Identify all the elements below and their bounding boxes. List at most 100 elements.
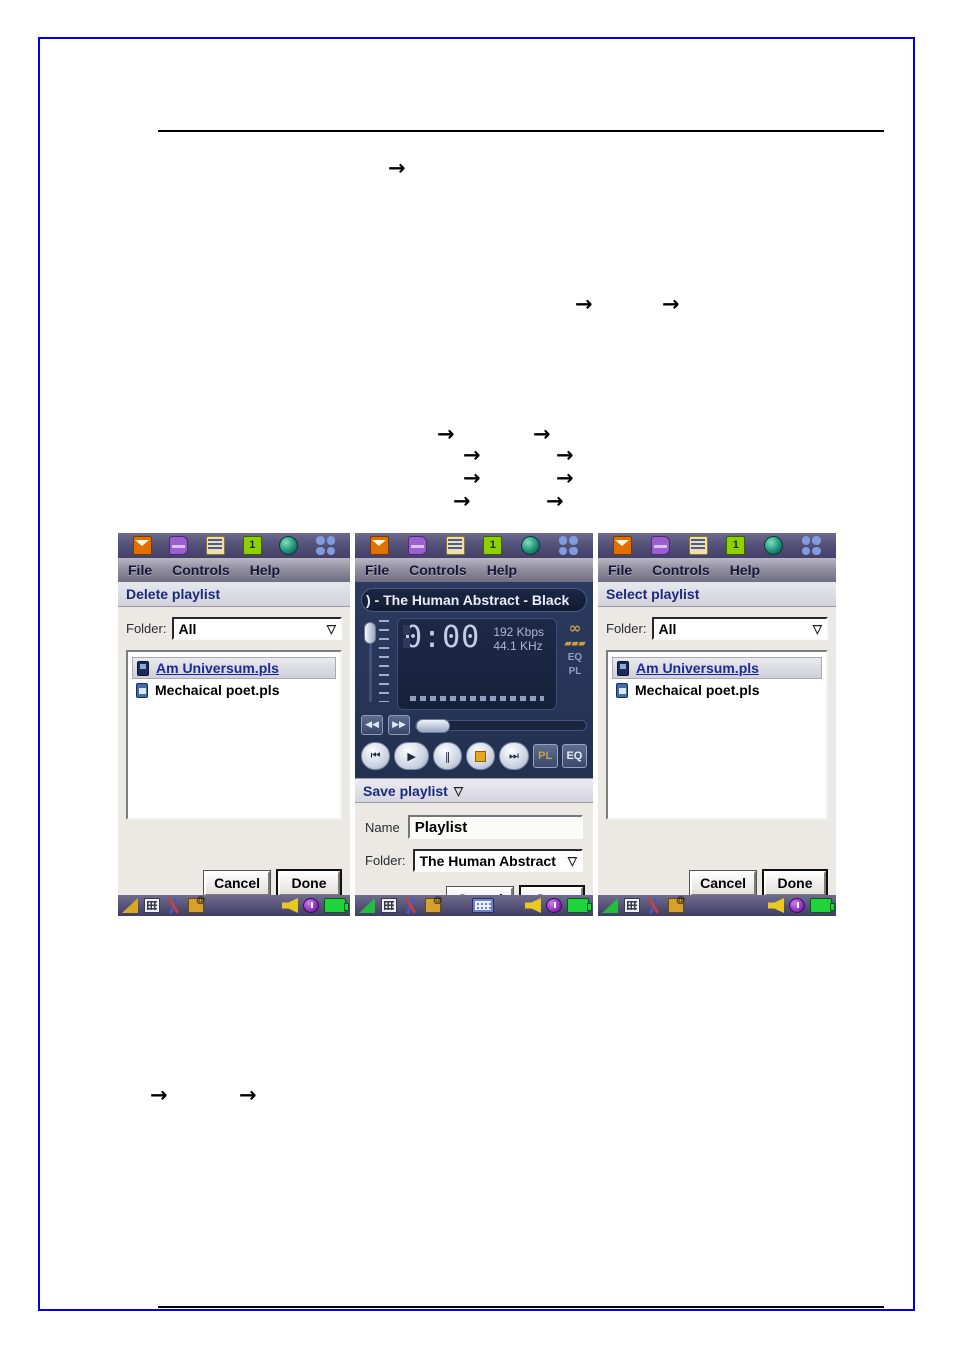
arrow-glyph: → [437,422,455,446]
stop-button[interactable] [466,742,496,770]
contacts-book-icon[interactable] [650,536,670,555]
playlist-listbox[interactable]: Am Universum.pls Mechaical poet.pls [606,650,828,820]
done-button[interactable]: Done [762,868,828,898]
footer-rule [158,1306,884,1308]
applications-grid-icon[interactable] [801,536,821,555]
applications-grid-icon[interactable] [558,536,578,555]
save-playlist-form: Name Playlist Folder: The Human Abstract… [355,803,593,916]
calendar-icon[interactable]: 1 [726,536,746,555]
volume-slider[interactable] [361,618,391,710]
clock-icon [789,898,805,913]
list-item[interactable]: Am Universum.pls [132,657,336,679]
device-icon-toolbar[interactable]: 1 [598,533,836,558]
next-track-button[interactable]: ⏭ [499,742,529,770]
mail-icon[interactable] [132,536,152,555]
folder-select[interactable]: All ▽ [652,617,828,640]
calendar-icon[interactable]: 1 [242,536,262,555]
dialog-body: Folder: All ▽ Am Universum.pls Mechaical… [598,607,836,900]
web-globe-icon[interactable] [520,536,540,555]
play-button[interactable]: ▶ [394,742,430,770]
repeat-link-icon: ∞ [568,619,582,637]
seek-slider[interactable] [415,718,587,733]
menu-item-help[interactable]: Help [250,562,280,578]
menu-item-file[interactable]: File [608,562,632,578]
phone-file-icon [617,660,629,676]
previous-track-button[interactable]: ⏮ [361,742,391,770]
arrow-glyph: → [463,466,481,490]
folder-label: Folder: [126,621,167,636]
battery-icon [810,898,835,913]
menu-item-file[interactable]: File [128,562,152,578]
calendar-icon[interactable]: 1 [483,536,503,555]
contacts-book-icon[interactable] [169,536,189,555]
mail-icon[interactable] [613,536,633,555]
device-icon-toolbar[interactable]: 1 [118,533,350,558]
equalizer-button[interactable]: EQ [561,744,588,768]
player-indicators: ∞ ▰▰▰ EQ PL [563,618,587,710]
save-playlist-title: Save playlist ▽ [355,778,593,803]
playlist-button[interactable]: PL [532,744,558,768]
arrow-glyph: → [150,1083,168,1107]
mail-at-icon [668,895,685,913]
notes-icon[interactable] [206,536,226,555]
contacts-book-icon[interactable] [407,536,427,555]
name-label: Name [365,819,400,835]
done-button[interactable]: Done [276,868,342,898]
pause-button[interactable]: ‖ [433,742,463,770]
volume-rail [369,644,372,702]
screenshot-strip: 1 File Controls Help Delete playlist Fol… [118,533,836,916]
device-screenshot-select-playlist: 1 File Controls Help Select playlist Fol… [598,533,836,916]
list-item-label: Mechaical poet.pls [635,682,760,698]
folder-select[interactable]: All ▽ [172,617,342,640]
speaker-icon [768,898,784,913]
rewind-button[interactable]: ◀◀ [361,715,383,735]
chevron-down-icon: ▽ [567,853,577,868]
arrow-glyph: → [556,466,574,490]
web-globe-icon[interactable] [279,536,299,555]
menu-item-help[interactable]: Help [730,562,760,578]
name-input[interactable]: Playlist [407,815,583,839]
battery-icon [567,898,592,913]
menu-item-controls[interactable]: Controls [409,562,467,578]
menu-item-controls[interactable]: Controls [172,562,230,578]
applications-grid-icon[interactable] [316,536,336,555]
speaker-icon [282,898,298,913]
samplerate-value: 44.1 KHz [493,639,543,653]
header-rule [158,130,884,132]
playlist-listbox[interactable]: Am Universum.pls Mechaical poet.pls [126,650,342,820]
volume-knob[interactable] [364,622,376,644]
cancel-button[interactable]: Cancel [689,869,757,897]
card-file-icon [136,682,148,698]
menu-item-file[interactable]: File [365,562,389,578]
track-title: ) - The Human Abstract - Black [361,588,587,612]
menu-bar[interactable]: File Controls Help [118,558,350,582]
folder-label: Folder: [606,621,647,636]
list-item[interactable]: Mechaical poet.pls [612,679,822,701]
menu-item-help[interactable]: Help [487,562,517,578]
menu-item-controls[interactable]: Controls [652,562,710,578]
equalizer-indicator-icon: ▰▰▰ [564,638,586,648]
list-item[interactable]: Am Universum.pls [612,657,822,679]
list-item[interactable]: Mechaical poet.pls [132,679,336,701]
status-bar [355,895,593,916]
cancel-button[interactable]: Cancel [203,869,271,897]
folder-select[interactable]: The Human Abstract ▽ [413,849,583,872]
clock-icon [303,898,319,913]
arrow-glyph: → [662,292,680,316]
signal-strength-icon [359,898,375,913]
web-globe-icon[interactable] [763,536,783,555]
lcd-progress-dots [410,696,544,701]
seek-thumb[interactable] [416,718,450,733]
notes-icon[interactable] [445,536,465,555]
notes-icon[interactable] [688,536,708,555]
save-playlist-label: Save playlist [363,782,448,799]
device-icon-toolbar[interactable]: 1 [355,533,593,558]
menu-bar[interactable]: File Controls Help [355,558,593,582]
arrow-glyph: → [453,489,471,513]
status-bar [598,895,836,916]
keyboard-icon [472,898,494,913]
fast-forward-button[interactable]: ▶▶ [388,715,410,735]
mail-icon[interactable] [370,536,390,555]
menu-bar[interactable]: File Controls Help [598,558,836,582]
signal-strength-icon [602,898,618,913]
